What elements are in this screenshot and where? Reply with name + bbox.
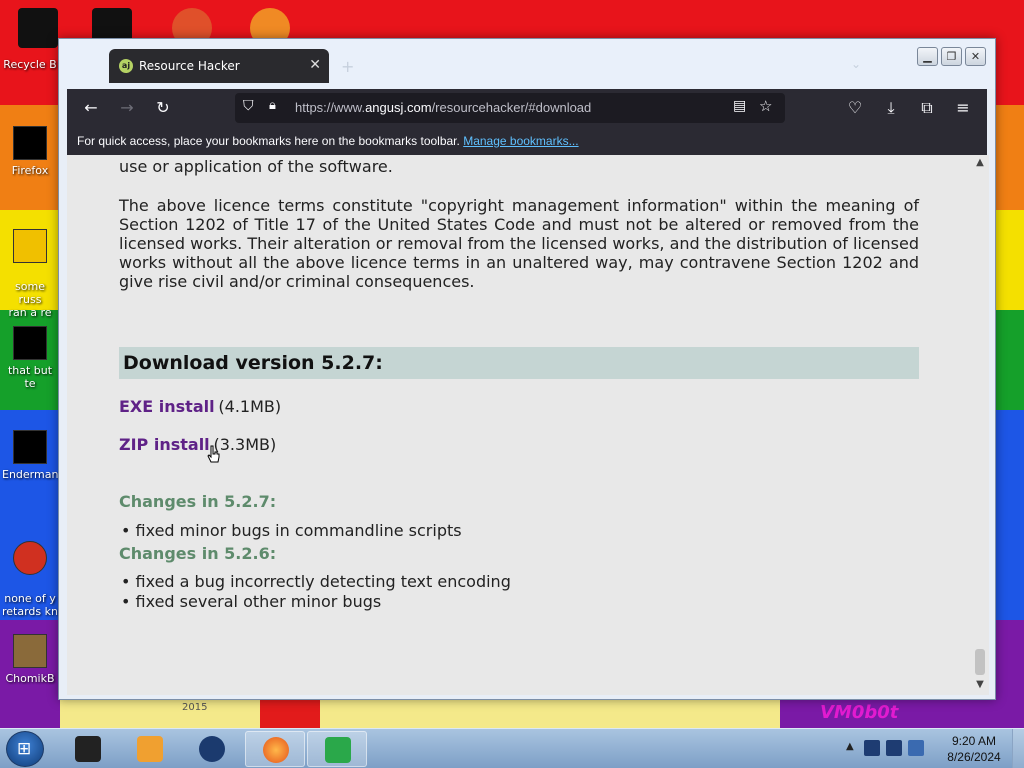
zip-download-row: ZIP install (3.3MB) (119, 435, 276, 454)
browser-window: aj Resource Hacker ✕ + ⌄ ▁ ❐ ✕ ← → ↻ ⛉ 🔒… (58, 38, 996, 700)
vertical-scrollbar[interactable]: ▲ ▼ (971, 155, 989, 695)
desktop-icon-label: ChomikB (5, 672, 55, 685)
desktop-icon-label: Recycle B (3, 58, 57, 71)
application-icon (13, 430, 47, 464)
site-favicon-icon: aj (119, 59, 133, 73)
download-manager-icon (325, 737, 351, 763)
tray-app-icon[interactable] (864, 740, 880, 756)
tab-resource-hacker[interactable]: aj Resource Hacker ✕ (109, 49, 329, 83)
desktop-icon-file[interactable]: that but te (2, 326, 58, 390)
download-heading: Download version 5.2.7: (123, 352, 383, 374)
tab-close-icon[interactable]: ✕ (309, 57, 321, 73)
licence-text-tail: use or application of the software. (119, 157, 393, 176)
taskbar-app-firefox[interactable] (245, 731, 305, 767)
zip-install-link[interactable]: ZIP install (119, 435, 210, 454)
changes-527-heading: Changes in 5.2.7: (119, 492, 277, 511)
close-window-button[interactable]: ✕ (965, 47, 986, 66)
taskbar: ⊞ ▲ 9:20 AM 8/26/2024 (0, 728, 1024, 768)
maximize-button[interactable]: ❐ (941, 47, 962, 66)
lock-icon[interactable]: 🔒︎ (269, 98, 276, 113)
media-player-icon (137, 736, 163, 762)
minimize-button[interactable]: ▁ (917, 47, 938, 66)
tracking-shield-icon[interactable]: ⛉ (243, 98, 254, 114)
document-icon (13, 326, 47, 360)
tab-title: Resource Hacker (139, 59, 240, 73)
address-bar[interactable]: ⛉ 🔒︎ https://www.angusj.com/resourcehack… (235, 93, 785, 123)
new-tab-icon[interactable]: + (341, 57, 354, 76)
bookmarks-prompt: For quick access, place your bookmarks h… (77, 134, 579, 148)
clock-time: 9:20 AM (951, 734, 997, 748)
firefox-icon (263, 737, 289, 763)
cartoon-signature: VM0b0t (820, 702, 899, 723)
extensions-icon[interactable]: ⧉ (915, 96, 939, 120)
scroll-down-icon[interactable]: ▼ (973, 679, 987, 693)
document-icon (13, 229, 47, 263)
windows-logo-icon: ⊞ (17, 739, 32, 759)
clock[interactable]: 9:20 AM 8/26/2024 (942, 733, 1006, 765)
exe-download-row: EXE install (4.1MB) (119, 397, 281, 416)
menu-hamburger-icon[interactable]: ≡ (951, 96, 975, 120)
manage-bookmarks-link[interactable]: Manage bookmarks... (463, 134, 578, 148)
network-icon[interactable] (886, 740, 902, 756)
desktop-icon-chomik[interactable]: ChomikB (2, 634, 58, 685)
desktop-icon-firefox[interactable]: Firefox (2, 126, 58, 177)
changes-526-item: • fixed several other minor bugs (121, 592, 382, 611)
application-icon (13, 634, 47, 668)
url-text[interactable]: https://www.angusj.com/resourcehacker/#d… (295, 100, 591, 115)
forward-arrow-icon[interactable]: → (115, 96, 139, 120)
page-content: use or application of the software. The … (67, 155, 971, 695)
licence-paragraph: The above licence terms constitute "copy… (119, 196, 919, 291)
globe-icon (199, 736, 225, 762)
system-tray: ▲ 9:20 AM 8/26/2024 (842, 729, 1024, 768)
tray-app-icon[interactable] (908, 740, 924, 756)
desktop-icon-label: Firefox (11, 164, 49, 177)
reader-view-icon[interactable]: ▤ (733, 98, 746, 114)
desktop-icon-file[interactable]: some russ ran a re (2, 216, 58, 319)
taskbar-app-terminal[interactable] (58, 731, 118, 767)
firefox-icon (13, 126, 47, 160)
desktop-icon-file[interactable]: none of y retards kn (2, 528, 58, 618)
desktop-icon-label: none of y retards kn (2, 592, 58, 618)
wallpaper-cartoon: 2015 VM0b0t (60, 698, 1000, 728)
show-hidden-icons-icon[interactable]: ▲ (846, 741, 854, 752)
reload-icon[interactable]: ↻ (151, 96, 175, 120)
navigation-toolbar: ← → ↻ ⛉ 🔒︎ https://www.angusj.com/resour… (67, 89, 987, 127)
downloads-icon[interactable]: ⤓ (879, 96, 903, 120)
back-arrow-icon[interactable]: ← (79, 96, 103, 120)
taskbar-app-download-manager[interactable] (307, 731, 367, 767)
clock-date: 8/26/2024 (947, 750, 1001, 764)
exe-install-link[interactable]: EXE install (119, 397, 215, 416)
changes-526-heading: Changes in 5.2.6: (119, 544, 277, 563)
taskbar-app-media-player[interactable] (120, 731, 180, 767)
show-desktop-button[interactable] (1012, 729, 1024, 768)
bookmark-star-icon[interactable]: ☆ (759, 97, 772, 115)
desktop-icon-recycle-bin[interactable]: Recycle B (2, 58, 58, 71)
hand-cursor-icon (207, 445, 220, 463)
bookmarks-toolbar: For quick access, place your bookmarks h… (67, 127, 987, 155)
exe-size: (4.1MB) (218, 397, 282, 416)
pocket-icon[interactable]: ♡ (843, 96, 867, 120)
browser-titlebar[interactable]: aj Resource Hacker ✕ + ⌄ ▁ ❐ ✕ (59, 39, 995, 89)
desktop-icon-enderman[interactable]: Enderman (2, 430, 58, 481)
changes-526-item: • fixed a bug incorrectly detecting text… (121, 572, 511, 591)
scrollbar-thumb[interactable] (975, 649, 985, 675)
desktop-icon-label: that but te (7, 364, 53, 390)
desktop-icon-label: Enderman (2, 468, 59, 481)
changes-527-item: • fixed minor bugs in commandline script… (121, 521, 462, 540)
taskbar-app-globe[interactable] (182, 731, 242, 767)
zip-size: (3.3MB) (213, 435, 277, 454)
list-tabs-chevron-icon[interactable]: ⌄ (851, 57, 861, 71)
desktop-icon-label: some russ ran a re (8, 280, 52, 319)
terminal-icon (75, 736, 101, 762)
recycle-bin-icon[interactable] (18, 8, 58, 48)
cartoon-shape (260, 698, 320, 728)
start-button[interactable]: ⊞ (6, 731, 44, 767)
download-heading-bar: Download version 5.2.7: (119, 347, 919, 379)
scroll-up-icon[interactable]: ▲ (973, 157, 987, 171)
cartoon-year: 2015 (182, 702, 208, 713)
application-icon (13, 541, 47, 575)
